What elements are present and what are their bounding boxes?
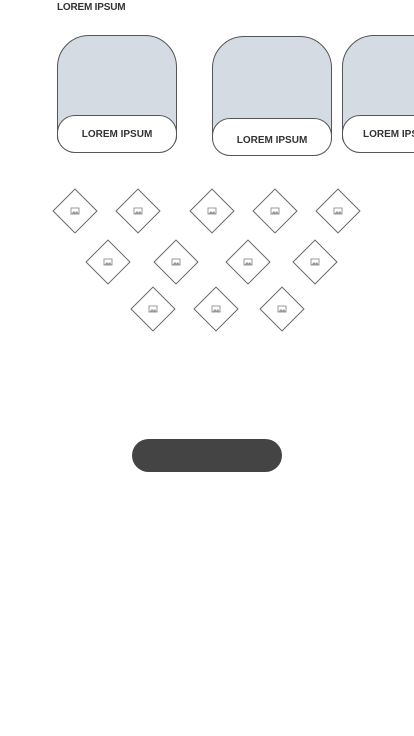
image-placeholder-icon bbox=[207, 207, 217, 215]
image-placeholder-icon bbox=[211, 305, 221, 313]
image-tile[interactable] bbox=[259, 286, 305, 332]
image-tile[interactable] bbox=[115, 188, 161, 234]
image-placeholder-icon bbox=[133, 207, 143, 215]
image-placeholder-icon bbox=[277, 305, 287, 313]
image-tile[interactable] bbox=[292, 239, 338, 285]
image-tile[interactable] bbox=[315, 188, 361, 234]
card-label: LOREM IPSUM bbox=[57, 115, 177, 153]
screen: LOREM IPSUM LOREM IPSUM LOREM IPSUM LORE… bbox=[0, 0, 414, 736]
image-placeholder-icon bbox=[148, 305, 158, 313]
image-tile[interactable] bbox=[85, 239, 131, 285]
image-placeholder-icon bbox=[103, 258, 113, 266]
image-placeholder-icon bbox=[70, 207, 80, 215]
card-label: LOREM IPSUM bbox=[342, 115, 414, 153]
card-label: LOREM IPSUM bbox=[212, 118, 332, 156]
primary-action-button[interactable] bbox=[132, 439, 282, 472]
image-tile[interactable] bbox=[189, 188, 235, 234]
image-placeholder-icon bbox=[171, 258, 181, 266]
category-card-2[interactable]: LOREM IPSUM bbox=[212, 36, 332, 156]
category-card-3[interactable]: LOREM IPSUM bbox=[342, 35, 414, 153]
category-card-1[interactable]: LOREM IPSUM bbox=[57, 35, 177, 153]
image-tile[interactable] bbox=[130, 286, 176, 332]
image-placeholder-icon bbox=[243, 258, 253, 266]
page-title: LOREM IPSUM bbox=[57, 2, 126, 13]
image-placeholder-icon bbox=[333, 207, 343, 215]
image-placeholder-icon bbox=[310, 258, 320, 266]
image-tile[interactable] bbox=[52, 188, 98, 234]
image-tile[interactable] bbox=[225, 239, 271, 285]
image-tile[interactable] bbox=[252, 188, 298, 234]
image-tile[interactable] bbox=[153, 239, 199, 285]
image-placeholder-icon bbox=[270, 207, 280, 215]
image-tile[interactable] bbox=[193, 286, 239, 332]
